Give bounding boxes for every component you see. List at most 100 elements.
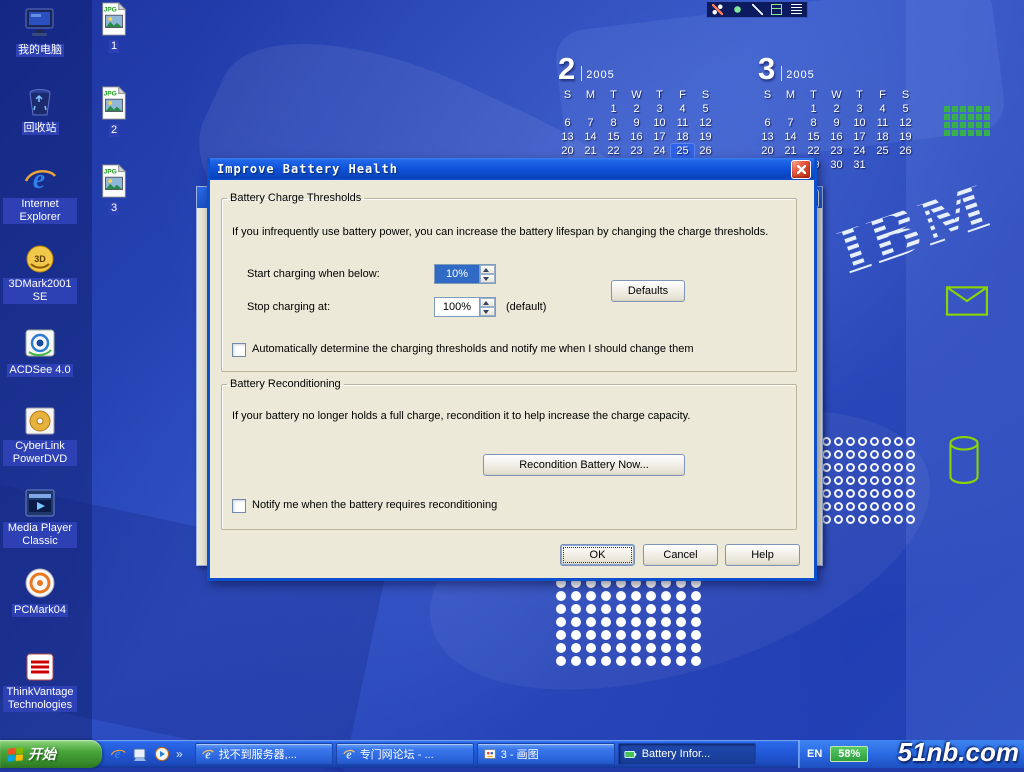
taskbar: 开始 e » e找不到服务器,...e专门网论坛 - ...3 - 画图Batte… xyxy=(0,740,1024,768)
calendar-date: 12 xyxy=(894,116,917,130)
desktop-icon-file-1[interactable]: JPG1 xyxy=(82,2,146,54)
dot xyxy=(858,450,867,459)
calendar-date: 7 xyxy=(579,116,602,130)
calendar-date: 11 xyxy=(871,116,894,130)
dot xyxy=(846,502,855,511)
dot xyxy=(586,656,596,666)
svg-text:e: e xyxy=(33,164,45,195)
desktop-icon-cyberlink-powerdvd[interactable]: CyberLink PowerDVD xyxy=(3,404,77,467)
battery-tray-indicator[interactable]: 58% xyxy=(830,746,868,762)
svg-text:3D: 3D xyxy=(34,254,46,264)
3dmark-icon: 3D xyxy=(23,242,57,276)
dot xyxy=(601,604,611,614)
taskbar-button[interactable]: e找不到服务器,... xyxy=(195,743,333,765)
battery-task-icon xyxy=(624,747,638,761)
svg-text:e: e xyxy=(115,746,121,761)
auto-determine-checkbox[interactable] xyxy=(232,343,246,357)
svg-text:JPG: JPG xyxy=(104,90,117,97)
ibm-logo: IBM xyxy=(828,169,999,289)
desktop-mini-toolbar[interactable] xyxy=(706,1,808,18)
spinner-up-down[interactable] xyxy=(479,265,495,283)
dot xyxy=(676,604,686,614)
list-icon[interactable] xyxy=(791,4,802,15)
close-button[interactable] xyxy=(791,160,811,179)
start-charging-input[interactable]: 10% xyxy=(434,264,496,284)
language-indicator[interactable]: EN xyxy=(807,748,822,760)
card-icon[interactable] xyxy=(771,4,782,15)
desktop-icon-internet-explorer[interactable]: e Internet Explorer xyxy=(3,162,77,225)
spinner-up-icon[interactable] xyxy=(480,298,495,307)
calendar-date: 9 xyxy=(625,116,648,130)
calendar-date: 17 xyxy=(648,130,671,144)
notify-recondition-checkbox[interactable] xyxy=(232,499,246,513)
desktop-icon-pcmark04[interactable]: PCMark04 xyxy=(3,566,77,618)
grid-decoration-icon xyxy=(944,106,990,138)
dialog-titlebar[interactable]: Improve Battery Health xyxy=(210,158,814,180)
calendar-day-header: M xyxy=(779,88,802,102)
desktop-icon-label: ACDSee 4.0 xyxy=(7,364,72,377)
dot xyxy=(858,515,867,524)
dot xyxy=(661,656,671,666)
calendar-day-header: M xyxy=(579,88,602,102)
desktop-icon-file-3[interactable]: JPG3 xyxy=(82,164,146,216)
dot xyxy=(646,656,656,666)
defaults-button[interactable]: Defaults xyxy=(611,280,685,302)
taskbar-button[interactable]: e专门网论坛 - ... xyxy=(336,743,474,765)
stop-charging-input[interactable]: 100% xyxy=(434,297,496,317)
calendar-date: 21 xyxy=(779,144,802,158)
calendar-date: 23 xyxy=(625,144,648,158)
desktop-icon-thinkvantage-technologies[interactable]: ThinkVantage Technologies xyxy=(3,650,77,713)
recondition-battery-button[interactable]: Recondition Battery Now... xyxy=(483,454,685,476)
dot xyxy=(616,630,626,640)
dot xyxy=(616,643,626,653)
spinner-up-down[interactable] xyxy=(479,298,495,316)
spinner-down-icon[interactable] xyxy=(480,307,495,316)
calendar-date: 10 xyxy=(848,116,871,130)
start-button[interactable]: 开始 xyxy=(0,740,102,768)
calendar-date: 23 xyxy=(825,144,848,158)
calendar-date: 26 xyxy=(894,144,917,158)
dot xyxy=(556,643,566,653)
calendar-date: 8 xyxy=(602,116,625,130)
dot xyxy=(834,450,843,459)
taskbar-button[interactable]: Battery Infor... xyxy=(618,743,756,765)
desktop-icon-acdsee-40[interactable]: ACDSee 4.0 xyxy=(3,326,77,378)
show-desktop-icon[interactable] xyxy=(132,746,148,762)
jpg-file-icon: JPG xyxy=(97,2,131,36)
desktop-icon-label: 2 xyxy=(109,124,119,137)
dot xyxy=(646,604,656,614)
stop-charging-value: 100% xyxy=(435,298,479,316)
watermark-51nb: 51nb.com xyxy=(898,737,1019,768)
dot xyxy=(601,617,611,627)
svg-text:e: e xyxy=(346,747,352,761)
pen-icon[interactable] xyxy=(752,4,763,15)
desktop-icon-media-player-classic[interactable]: Media Player Classic xyxy=(3,486,77,549)
cancel-button[interactable]: Cancel xyxy=(643,544,718,566)
taskbar-button[interactable]: 3 - 画图 xyxy=(477,743,615,765)
help-button[interactable]: Help xyxy=(725,544,800,566)
internet-explorer-icon[interactable]: e xyxy=(110,746,126,762)
desktop-icon-label: Internet Explorer xyxy=(3,198,77,224)
stop-charging-label: Stop charging at: xyxy=(247,301,330,313)
desktop-icon-my-computer[interactable]: 我的电脑 xyxy=(3,6,77,58)
phone-icon[interactable] xyxy=(712,4,723,15)
media-player-icon[interactable] xyxy=(154,746,170,762)
calendar-day-header: T xyxy=(802,88,825,102)
desktop-icon-recycle-bin[interactable]: 回收站 xyxy=(3,84,77,136)
spinner-up-icon[interactable] xyxy=(480,265,495,274)
dot xyxy=(661,643,671,653)
quick-launch-overflow-chevron[interactable]: » xyxy=(176,747,183,761)
desktop-icon-file-2[interactable]: JPG 2 xyxy=(82,86,146,138)
spinner-down-icon[interactable] xyxy=(480,274,495,283)
ok-button[interactable]: OK xyxy=(560,544,635,566)
dot xyxy=(571,617,581,627)
svg-text:JPG: JPG xyxy=(104,168,117,175)
calendar-date: 30 xyxy=(825,158,848,172)
dot xyxy=(661,604,671,614)
dot xyxy=(556,656,566,666)
dot-icon[interactable] xyxy=(732,4,743,15)
calendar-date: 6 xyxy=(556,116,579,130)
calendar-date: 22 xyxy=(602,144,625,158)
calendar-date: 17 xyxy=(848,130,871,144)
desktop-icon-3dmark2001-se[interactable]: 3D3DMark2001 SE xyxy=(3,242,77,305)
